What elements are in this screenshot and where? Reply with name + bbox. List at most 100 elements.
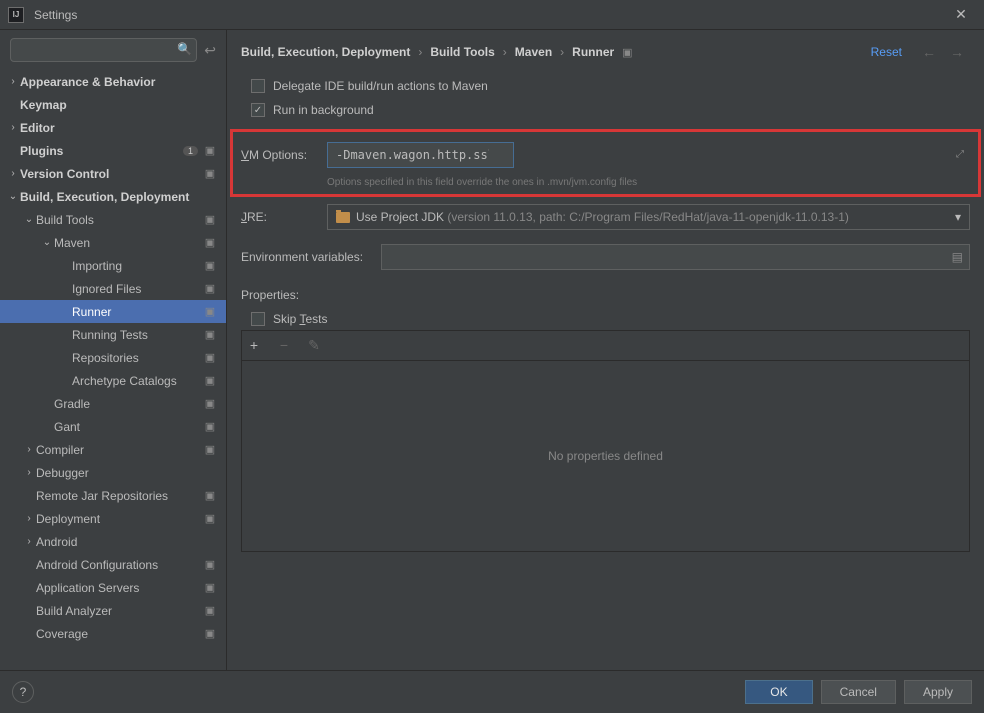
tree-item-maven[interactable]: ⌄Maven▣ [0, 231, 226, 254]
tree-item-label: Android [36, 535, 218, 549]
tree-item-label: Build Tools [36, 213, 202, 227]
gear-icon: ▣ [202, 374, 218, 387]
tree-item-label: Version Control [20, 167, 202, 181]
chevron-right-icon: › [503, 45, 507, 59]
add-button[interactable]: + [246, 337, 262, 354]
tree-item-repositories[interactable]: Repositories▣ [0, 346, 226, 369]
jre-path: (version 11.0.13, path: C:/Program Files… [447, 210, 849, 224]
ok-button[interactable]: OK [745, 680, 812, 704]
tree-item-label: Debugger [36, 466, 218, 480]
run-background-label: Run in background [273, 103, 374, 117]
tree-item-debugger[interactable]: ›Debugger [0, 461, 226, 484]
gear-icon: ▣ [202, 305, 218, 318]
gear-icon: ▣ [202, 489, 218, 502]
tree-item-label: Application Servers [36, 581, 202, 595]
tree-item-plugins[interactable]: Plugins1▣ [0, 139, 226, 162]
gear-icon: ▣ [202, 512, 218, 525]
tree-item-label: Android Configurations [36, 558, 202, 572]
badge: 1 [183, 146, 198, 156]
breadcrumb-part[interactable]: Build Tools [430, 45, 494, 59]
tree-item-label: Gant [54, 420, 202, 434]
tree-item-label: Runner [72, 305, 202, 319]
chevron-right-icon: › [560, 45, 564, 59]
tree-item-importing[interactable]: Importing▣ [0, 254, 226, 277]
gear-icon: ▣ [202, 397, 218, 410]
properties-empty: No properties defined [548, 449, 663, 463]
gear-icon: ▣ [202, 328, 218, 341]
tree-item-gant[interactable]: Gant▣ [0, 415, 226, 438]
chevron-down-icon: ▾ [955, 210, 961, 224]
tree-item-ignored-files[interactable]: Ignored Files▣ [0, 277, 226, 300]
breadcrumb: Build, Execution, Deployment › Build Too… [241, 45, 871, 59]
properties-table: No properties defined [241, 360, 970, 552]
delegate-checkbox[interactable] [251, 79, 265, 93]
vm-options-row: VM Options: ⤢ Options specified in this … [237, 136, 974, 190]
tree-item-editor[interactable]: ›Editor [0, 116, 226, 139]
tree-item-label: Gradle [54, 397, 202, 411]
tree-item-label: Plugins [20, 144, 183, 158]
tree-item-android-configurations[interactable]: Android Configurations▣ [0, 553, 226, 576]
skip-tests-checkbox[interactable] [251, 312, 265, 326]
reset-link[interactable]: Reset [871, 45, 902, 59]
gear-icon: ▣ [202, 581, 218, 594]
tree-item-label: Importing [72, 259, 202, 273]
tree-item-label: Editor [20, 121, 218, 135]
tree-item-label: Build Analyzer [36, 604, 202, 618]
nav-back-icon[interactable]: ← [922, 44, 936, 60]
tree-item-remote-jar-repositories[interactable]: Remote Jar Repositories▣ [0, 484, 226, 507]
gear-icon: ▣ [202, 259, 218, 272]
settings-tree: ›Appearance & BehaviorKeymap›EditorPlugi… [0, 70, 226, 670]
edit-button[interactable]: ✎ [306, 337, 322, 354]
tree-item-compiler[interactable]: ›Compiler▣ [0, 438, 226, 461]
help-button[interactable]: ? [12, 681, 34, 703]
tree-item-archetype-catalogs[interactable]: Archetype Catalogs▣ [0, 369, 226, 392]
gear-icon: ▣ [202, 236, 218, 249]
expand-icon[interactable]: ⤢ [956, 149, 964, 160]
tree-arrow-icon: › [22, 536, 36, 547]
tree-item-label: Compiler [36, 443, 202, 457]
gear-icon: ▣ [202, 627, 218, 640]
tree-arrow-icon: ⌄ [22, 214, 36, 225]
tree-item-android[interactable]: ›Android [0, 530, 226, 553]
tree-item-runner[interactable]: Runner▣ [0, 300, 226, 323]
breadcrumb-part[interactable]: Runner [572, 45, 614, 59]
folder-icon [336, 212, 350, 223]
close-button[interactable]: ✕ [946, 6, 976, 23]
env-input[interactable]: ▤ [381, 244, 970, 270]
vm-options-hint: Options specified in this field override… [327, 177, 637, 188]
breadcrumb-part[interactable]: Maven [515, 45, 552, 59]
cancel-button[interactable]: Cancel [821, 680, 896, 704]
tree-item-build-execution-deployment[interactable]: ⌄Build, Execution, Deployment [0, 185, 226, 208]
apply-button[interactable]: Apply [904, 680, 972, 704]
tree-arrow-icon: › [22, 513, 36, 524]
tree-item-application-servers[interactable]: Application Servers▣ [0, 576, 226, 599]
tree-item-appearance-behavior[interactable]: ›Appearance & Behavior [0, 70, 226, 93]
content: Build, Execution, Deployment › Build Too… [227, 30, 984, 670]
tree-item-build-tools[interactable]: ⌄Build Tools▣ [0, 208, 226, 231]
remove-button[interactable]: − [276, 337, 292, 354]
tree-item-build-analyzer[interactable]: Build Analyzer▣ [0, 599, 226, 622]
gear-icon: ▣ [202, 558, 218, 571]
jre-combo[interactable]: Use Project JDK (version 11.0.13, path: … [327, 204, 970, 230]
gear-icon: ▣ [202, 443, 218, 456]
tree-item-label: Maven [54, 236, 202, 250]
sidebar: 🔍 ↩ ›Appearance & BehaviorKeymap›EditorP… [0, 30, 227, 670]
sidebar-back-icon[interactable]: ↩ [204, 42, 216, 59]
run-background-checkbox[interactable] [251, 103, 265, 117]
breadcrumb-part[interactable]: Build, Execution, Deployment [241, 45, 410, 59]
tree-arrow-icon: › [6, 122, 20, 133]
titlebar: IJ Settings ✕ [0, 0, 984, 30]
list-icon[interactable]: ▤ [952, 250, 963, 264]
vm-options-input[interactable] [327, 142, 514, 168]
tree-item-running-tests[interactable]: Running Tests▣ [0, 323, 226, 346]
tree-item-gradle[interactable]: Gradle▣ [0, 392, 226, 415]
nav-forward-icon[interactable]: → [950, 44, 964, 60]
tree-item-keymap[interactable]: Keymap [0, 93, 226, 116]
tree-item-coverage[interactable]: Coverage▣ [0, 622, 226, 645]
search-input[interactable] [10, 38, 197, 62]
search-icon: 🔍 [177, 42, 192, 56]
tree-item-version-control[interactable]: ›Version Control▣ [0, 162, 226, 185]
tree-item-deployment[interactable]: ›Deployment▣ [0, 507, 226, 530]
gear-icon: ▣ [202, 420, 218, 433]
gear-icon: ▣ [202, 213, 218, 226]
